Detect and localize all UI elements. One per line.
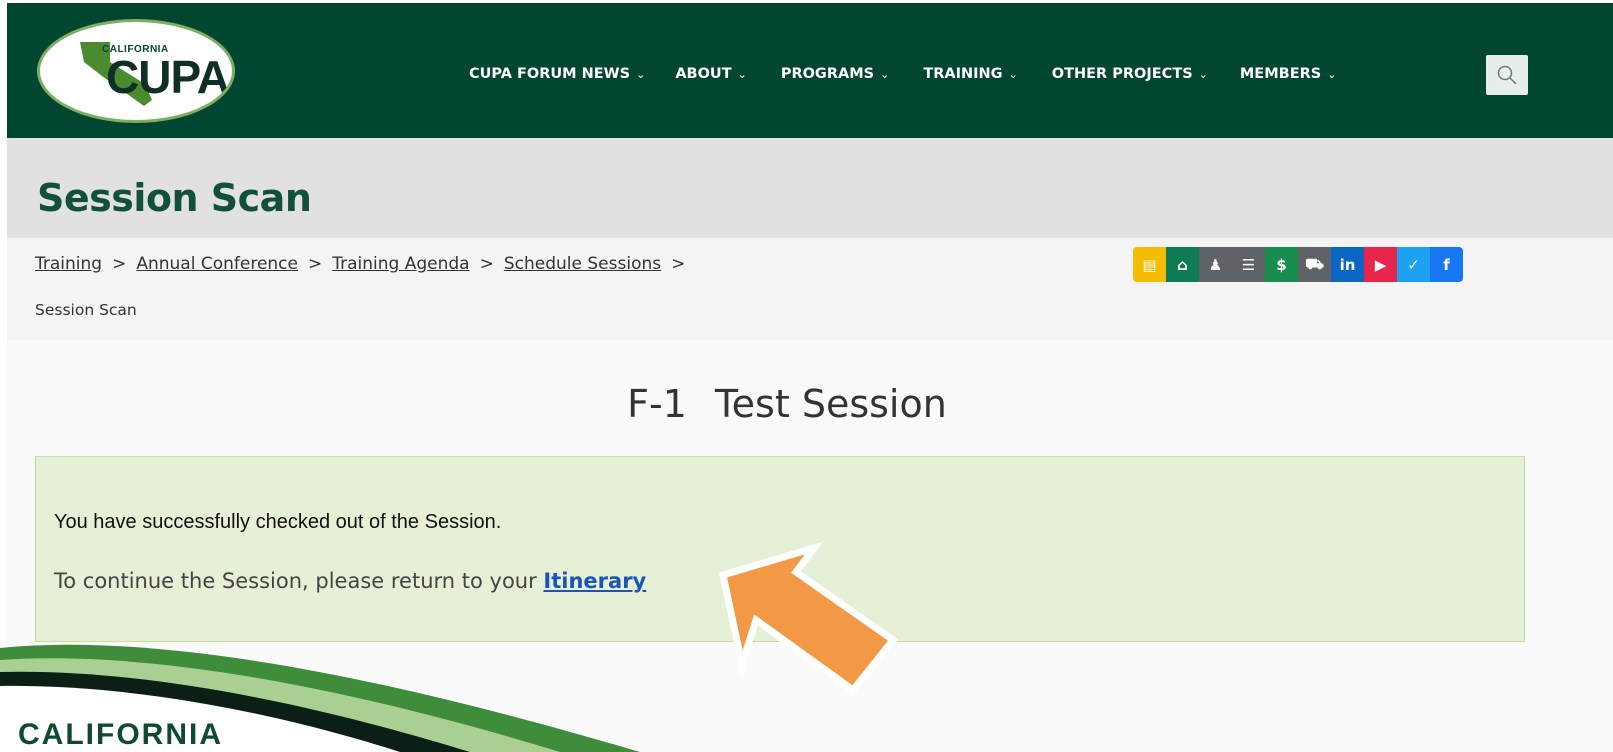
twitter-icon: ✓ <box>1407 255 1420 274</box>
breadcrumb-current: Session Scan <box>35 301 137 319</box>
site-header: CALIFORNIA CUPA FORUM CUPA FORUM NEWS ⌄ … <box>7 3 1613 138</box>
quick-links-bar: ▤ ⌂ ♟ ☰ $ ⛟ in ▶ ✓ f <box>1133 247 1463 282</box>
facebook-button[interactable]: f <box>1430 247 1463 282</box>
breadcrumb-separator: > <box>112 254 127 274</box>
breadcrumb: Training > Annual Conference > Training Agen… <box>35 254 695 274</box>
breadcrumb-annual-conference[interactable]: Annual Conference <box>136 254 298 274</box>
search-button[interactable] <box>1486 55 1528 95</box>
chevron-down-icon: ⌄ <box>636 67 646 81</box>
nav-cupa-forum-news[interactable]: CUPA FORUM NEWS ⌄ <box>469 66 645 82</box>
facebook-icon: f <box>1443 255 1450 274</box>
user-icon: ♟ <box>1208 255 1223 274</box>
nav-programs[interactable]: PROGRAMS ⌄ <box>781 66 890 82</box>
breadcrumb-schedule-sessions[interactable]: Schedule Sessions <box>504 254 661 274</box>
session-code: F-1 <box>627 382 687 426</box>
breadcrumb-training[interactable]: Training <box>35 254 102 274</box>
linkedin-icon: in <box>1339 255 1356 274</box>
calendar-icon: ▤ <box>1142 255 1157 274</box>
nav-about[interactable]: ABOUT ⌄ <box>675 66 746 82</box>
main-nav: CUPA FORUM NEWS ⌄ ABOUT ⌄ PROGRAMS ⌄ TRA… <box>469 66 1336 82</box>
session-name: Test Session <box>714 382 947 426</box>
linkedin-button[interactable]: in <box>1331 247 1364 282</box>
alert-prompt: To continue the Session, please return t… <box>54 569 537 593</box>
alert-prompt-line: To continue the Session, please return t… <box>54 569 646 593</box>
breadcrumb-separator: > <box>479 254 494 274</box>
nav-other-projects[interactable]: OTHER PROJECTS ⌄ <box>1052 66 1208 82</box>
nav-members[interactable]: MEMBERS ⌄ <box>1240 66 1337 82</box>
logo-main-text: CUPA <box>106 51 230 103</box>
breadcrumb-separator: > <box>308 254 323 274</box>
nav-label: CUPA FORUM NEWS <box>469 66 631 82</box>
chevron-down-icon: ⌄ <box>1198 67 1208 81</box>
chevron-down-icon: ⌄ <box>1008 67 1018 81</box>
home-icon: ⌂ <box>1177 255 1188 274</box>
home-button[interactable]: ⌂ <box>1166 247 1199 282</box>
nav-label: ABOUT <box>675 66 732 82</box>
site-logo[interactable]: CALIFORNIA CUPA FORUM <box>37 19 235 123</box>
dollar-icon: $ <box>1276 255 1287 274</box>
dollar-button[interactable]: $ <box>1265 247 1298 282</box>
itinerary-link[interactable]: Itinerary <box>543 569 646 593</box>
page-title: Session Scan <box>37 176 312 220</box>
twitter-button[interactable]: ✓ <box>1397 247 1430 282</box>
main-content: F-1 Test Session You have successfully ch… <box>7 340 1613 752</box>
cart-button[interactable]: ⛟ <box>1298 247 1331 282</box>
cart-icon: ⛟ <box>1305 254 1324 273</box>
breadcrumb-training-agenda[interactable]: Training Agenda <box>332 254 469 274</box>
user-button[interactable]: ♟ <box>1199 247 1232 282</box>
logo-bottom-text: FORUM <box>150 100 180 109</box>
nav-training[interactable]: TRAINING ⌄ <box>923 66 1017 82</box>
page-title-band: Session Scan <box>7 138 1613 238</box>
list-button[interactable]: ☰ <box>1232 247 1265 282</box>
nav-label: MEMBERS <box>1239 66 1322 82</box>
youtube-button[interactable]: ▶ <box>1364 247 1397 282</box>
search-icon <box>1497 65 1517 85</box>
list-icon: ☰ <box>1241 255 1256 274</box>
chevron-down-icon: ⌄ <box>880 67 890 81</box>
nav-label: PROGRAMS <box>780 66 875 82</box>
calendar-button[interactable]: ▤ <box>1133 247 1166 282</box>
breadcrumb-separator: > <box>671 254 686 274</box>
success-alert: You have successfully checked out of the… <box>35 456 1525 642</box>
nav-label: TRAINING <box>923 66 1003 82</box>
alert-message: You have successfully checked out of the… <box>54 511 502 533</box>
footer-logo-text: CALIFORNIA <box>18 718 223 751</box>
session-heading: F-1 Test Session <box>7 382 1567 426</box>
youtube-icon: ▶ <box>1374 255 1387 274</box>
nav-label: OTHER PROJECTS <box>1051 66 1193 82</box>
chevron-down-icon: ⌄ <box>1327 67 1337 81</box>
chevron-down-icon: ⌄ <box>737 67 747 81</box>
